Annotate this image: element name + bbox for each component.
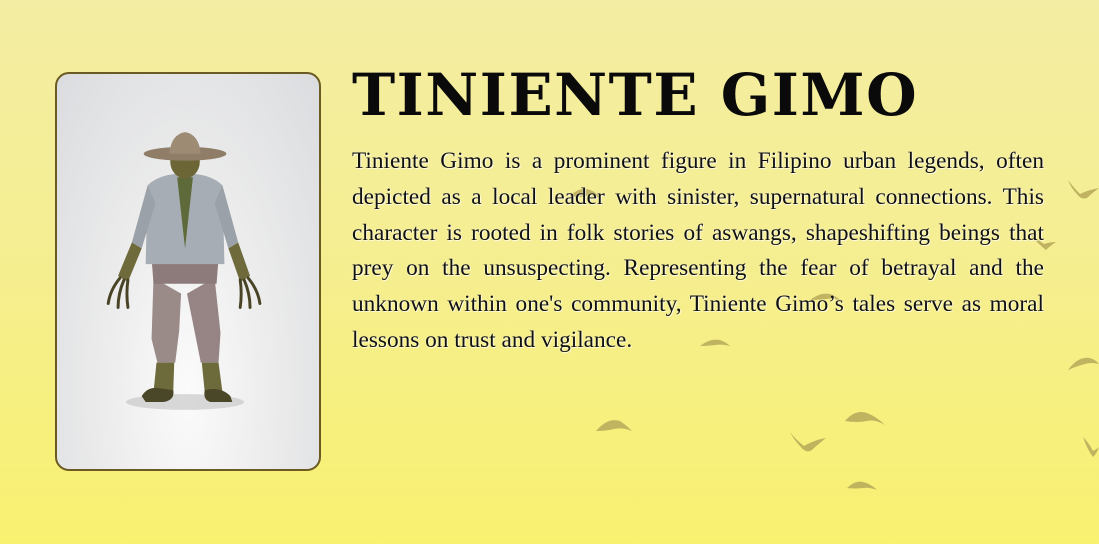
bird-icon	[845, 412, 885, 425]
bird-icon	[790, 432, 826, 452]
bird-icon	[596, 420, 632, 431]
bird-icon	[1068, 180, 1099, 199]
bird-icon	[1083, 437, 1099, 457]
page-title: TINIENTE GIMO	[352, 61, 919, 129]
character-description: Tiniente Gimo is a prominent figure in F…	[352, 148, 1044, 353]
bird-icon	[847, 481, 877, 490]
character-info: TINIENTE GIMO Tiniente Gimo is a promine…	[352, 60, 1044, 359]
bird-icon	[1068, 357, 1099, 370]
character-image-card	[55, 72, 321, 471]
character-model-icon	[106, 132, 262, 410]
